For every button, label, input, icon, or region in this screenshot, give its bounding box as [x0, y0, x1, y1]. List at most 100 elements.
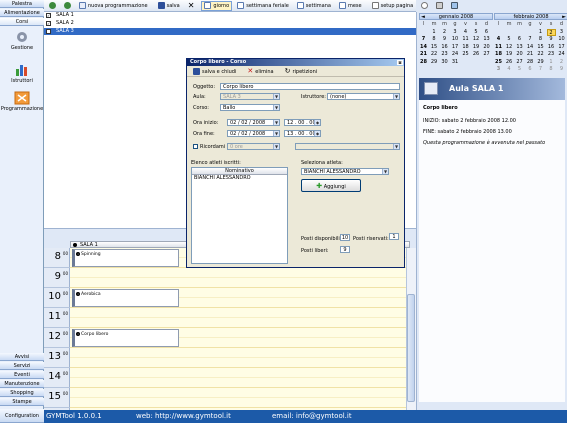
- week-view-button[interactable]: settimana: [294, 1, 334, 11]
- calendar-day[interactable]: 25: [461, 51, 470, 58]
- room-row[interactable]: ✓ SALA 1: [44, 12, 416, 19]
- nav-item-programmazione[interactable]: Programmazione: [0, 91, 44, 112]
- calendar-day[interactable]: 21: [526, 51, 535, 58]
- nav-alimentazione[interactable]: Alimentazione: [0, 9, 44, 17]
- forward-button[interactable]: [61, 1, 74, 11]
- room-row[interactable]: ✓ SALA 2: [44, 20, 416, 27]
- calendar-day[interactable]: 16: [440, 44, 449, 51]
- calendar-day[interactable]: 18: [461, 44, 470, 51]
- subject-input[interactable]: Corpo libero: [220, 83, 400, 90]
- calendar-day[interactable]: 23: [547, 51, 556, 58]
- workweek-view-button[interactable]: settimana feriale: [234, 1, 292, 11]
- calendar-day[interactable]: 2: [557, 59, 566, 66]
- calendar-day[interactable]: 7: [526, 36, 535, 43]
- calendar-day[interactable]: 9: [440, 36, 449, 43]
- nav-item-istruttori[interactable]: Istruttori: [0, 63, 44, 84]
- calendar-day[interactable]: 4: [494, 36, 503, 43]
- time-slots[interactable]: i Spinning i Aerobica i Corpo libero: [70, 248, 406, 411]
- calendar-day[interactable]: 19: [472, 44, 481, 51]
- add-athlete-button[interactable]: ✚ Aggiungi: [301, 179, 361, 192]
- calendar-day[interactable]: 1: [430, 29, 439, 36]
- room-checkbox[interactable]: ✓: [46, 13, 51, 18]
- calendar-day[interactable]: 24: [557, 51, 566, 58]
- calendar-day[interactable]: 11: [494, 44, 503, 51]
- nav-servizi[interactable]: Servizi: [0, 362, 44, 370]
- calendar-day[interactable]: 14: [526, 44, 535, 51]
- athlete-select[interactable]: BIANCHI ALESSANDRO ▼: [301, 168, 389, 175]
- appointment[interactable]: i Corpo libero: [72, 329, 179, 347]
- reminder-checkbox[interactable]: [193, 144, 198, 149]
- start-date-input[interactable]: 02 / 02 / 2008 ▼: [227, 119, 280, 126]
- appointment[interactable]: i Aerobica: [72, 289, 179, 307]
- calendar-day[interactable]: 18: [494, 51, 503, 58]
- calendar-day[interactable]: 27: [515, 59, 524, 66]
- day-view-button[interactable]: giorno: [201, 0, 233, 11]
- instructor-select[interactable]: (none) ▼: [327, 93, 400, 100]
- reserved-input[interactable]: 1: [389, 233, 399, 240]
- calendar-day[interactable]: 14: [419, 44, 428, 51]
- calendar-day[interactable]: 1: [536, 29, 545, 36]
- calendar-day[interactable]: 28: [419, 59, 428, 66]
- nav-palestra[interactable]: Palestra: [0, 0, 44, 8]
- back-button[interactable]: [46, 1, 59, 11]
- calendar-day[interactable]: 25: [494, 59, 503, 66]
- email-link[interactable]: email: info@gymtool.it: [272, 410, 352, 423]
- calendar-day[interactable]: 30: [440, 59, 449, 66]
- calendar-day[interactable]: 22: [536, 51, 545, 58]
- dialog-close-button[interactable]: x: [397, 60, 403, 65]
- calendar-day[interactable]: 3: [451, 29, 460, 36]
- nav-manutenzione[interactable]: Manutenzione: [0, 380, 44, 388]
- calendar-day[interactable]: 8: [430, 36, 439, 43]
- calendar-day[interactable]: 20: [482, 44, 491, 51]
- list-item[interactable]: BIANCHI ALESSANDRO: [192, 175, 287, 182]
- print-button[interactable]: [433, 1, 446, 11]
- page-setup-button[interactable]: setup pagina: [369, 1, 417, 11]
- calendar-day[interactable]: 6: [482, 29, 491, 36]
- calendar-day[interactable]: 8: [536, 36, 545, 43]
- save-close-button[interactable]: salva e chiudi: [190, 67, 239, 77]
- calendar-day[interactable]: 29: [430, 59, 439, 66]
- calendar-day[interactable]: 27: [482, 51, 491, 58]
- calendar-day[interactable]: 31: [451, 59, 460, 66]
- calendar-day[interactable]: 6: [515, 36, 524, 43]
- calendar-day[interactable]: 12: [505, 44, 514, 51]
- appointment[interactable]: i Spinning: [72, 249, 179, 267]
- calendar-day[interactable]: 10: [557, 36, 566, 43]
- room-checkbox[interactable]: ✓: [46, 29, 51, 34]
- repeat-button[interactable]: ↻ ripetizioni: [282, 67, 321, 77]
- room-row[interactable]: ✓ SALA 3: [44, 28, 416, 35]
- calendar-day[interactable]: 17: [451, 44, 460, 51]
- month-view-button[interactable]: mese: [336, 1, 365, 11]
- room-checkbox[interactable]: ✓: [46, 21, 51, 26]
- available-input[interactable]: 10: [340, 234, 350, 241]
- calendar-day[interactable]: 2: [440, 29, 449, 36]
- delete-button[interactable]: ✕: [185, 1, 198, 11]
- end-time-input[interactable]: 13 . 00 . 00 ◆: [284, 130, 321, 137]
- reminder-sound-select[interactable]: ▼: [295, 143, 400, 150]
- end-date-input[interactable]: 02 / 02 / 2008 ▼: [227, 130, 280, 137]
- save-button[interactable]: salva: [155, 1, 183, 11]
- calendar-day[interactable]: 6: [526, 66, 535, 73]
- delete-button[interactable]: ✕ elimina: [244, 67, 276, 77]
- calendar-day[interactable]: 26: [472, 51, 481, 58]
- calendar-day[interactable]: 9: [557, 66, 566, 73]
- nav-stampe[interactable]: Stampe: [0, 398, 44, 406]
- scrollbar-thumb[interactable]: [407, 294, 415, 402]
- calendar-day[interactable]: 7: [536, 66, 545, 73]
- nav-shopping[interactable]: Shopping: [0, 389, 44, 397]
- website-link[interactable]: web: http://www.gymtool.it: [136, 410, 231, 423]
- calendar-day[interactable]: 13: [482, 36, 491, 43]
- calendar-day[interactable]: 5: [515, 66, 524, 73]
- calendar-day[interactable]: 23: [440, 51, 449, 58]
- calendar-day[interactable]: 17: [557, 44, 566, 51]
- course-select[interactable]: Ballo ▼: [220, 104, 280, 111]
- nav-item-gestione[interactable]: Gestione: [0, 30, 44, 51]
- calendar-day[interactable]: 13: [515, 44, 524, 51]
- calendar-day[interactable]: 15: [430, 44, 439, 51]
- calendar-day[interactable]: 4: [505, 66, 514, 73]
- next-month-button[interactable]: ►: [562, 14, 566, 20]
- calendar-day[interactable]: 9: [547, 36, 556, 43]
- room-select[interactable]: SALA 3 ▼: [220, 93, 280, 100]
- calendar-day[interactable]: 15: [536, 44, 545, 51]
- calendar-day[interactable]: 16: [547, 44, 556, 51]
